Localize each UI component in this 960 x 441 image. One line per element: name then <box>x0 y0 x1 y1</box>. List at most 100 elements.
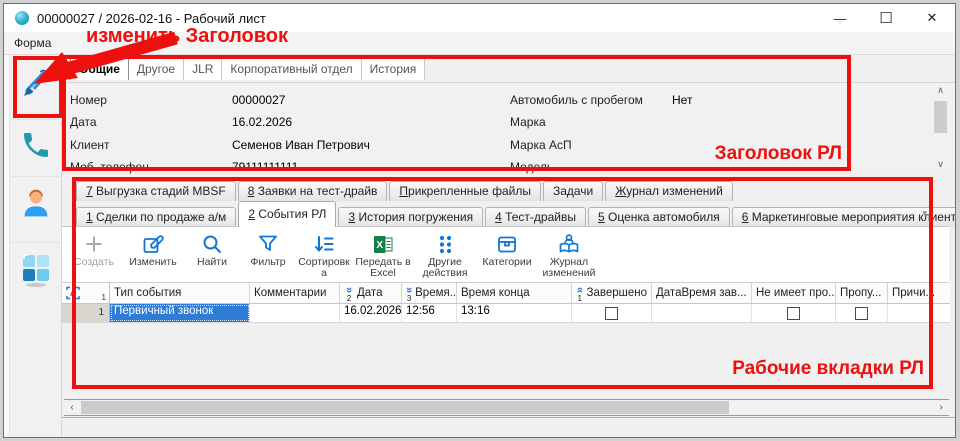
plus-icon <box>82 230 106 257</box>
tab-prikreplennye-fayly[interactable]: Прикрепленные файлы <box>389 181 541 201</box>
field-label: Марка <box>510 115 546 129</box>
time-end-cell[interactable]: 13:16 <box>457 304 572 322</box>
focus-brackets-icon: A <box>66 286 80 300</box>
time-start-cell[interactable]: 12:56 <box>402 304 457 322</box>
sidebar-item-calls[interactable] <box>18 125 54 165</box>
apps-grid-icon <box>19 252 53 288</box>
tab-zayavki-test-drive[interactable]: 8 Заявки на тест-драйв <box>238 181 388 201</box>
header-tab-strip: Общие Другое JLR Корпоративный отдел Ист… <box>70 59 425 80</box>
date-cell[interactable]: 16.02.2026 <box>340 304 402 322</box>
tab-zadachi[interactable]: Задачи <box>543 181 603 201</box>
dots-grid-icon <box>433 230 457 257</box>
menu-bar: Форма <box>4 32 955 55</box>
tab-vygruzka-mbsf[interactable]: 7 Выгрузка стадий MBSF <box>76 181 236 201</box>
tab-otsenka-avtomobilya[interactable]: 5 Оценка автомобиля <box>588 207 730 227</box>
sort-icon <box>312 230 336 257</box>
reason-cell[interactable] <box>888 304 948 322</box>
pen-icon <box>18 65 54 101</box>
tab-obshchie[interactable]: Общие <box>70 59 129 80</box>
status-strip <box>62 417 955 437</box>
tab-sdelki[interactable]: 1 Сделки по продаже а/м <box>76 207 236 227</box>
tab-test-drayvy[interactable]: 4 Тест-драйвы <box>485 207 586 227</box>
field-label: Клиент <box>70 138 110 152</box>
filter-button[interactable]: Фильтр <box>240 230 296 282</box>
missed-checkbox[interactable] <box>855 307 868 320</box>
column-header-date[interactable]: » 2 Дата <box>340 283 402 303</box>
no-process-cell <box>752 304 836 322</box>
sidebar-item-apps[interactable] <box>18 250 54 290</box>
column-header-comments[interactable]: Комментарии <box>250 283 340 303</box>
scroll-left-icon[interactable]: ‹ <box>64 400 80 415</box>
sidebar <box>4 55 62 437</box>
client-field[interactable]: Семенов Иван Петрович <box>232 138 370 152</box>
used-car-field[interactable]: Нет <box>672 93 692 107</box>
event-type-cell[interactable]: Первичный звонок <box>110 304 250 322</box>
grid-corner-cell[interactable]: A 1 <box>62 283 110 303</box>
menu-forma[interactable]: Форма <box>14 36 51 50</box>
close-button[interactable]: ✕ <box>909 4 955 32</box>
create-button[interactable]: Создать <box>66 230 122 282</box>
field-label: Моб. телефон <box>70 160 149 174</box>
mobile-phone-field[interactable]: 79111111111 <box>232 160 298 174</box>
find-button[interactable]: Найти <box>184 230 240 282</box>
tab-overflow-icon[interactable]: ▾ <box>922 208 927 219</box>
scroll-up-icon[interactable]: ∧ <box>932 83 949 98</box>
scroll-right-icon[interactable]: › <box>933 400 949 415</box>
person-icon <box>20 187 52 219</box>
sort-button[interactable]: Сортировка <box>296 230 352 282</box>
tab-istoriya[interactable]: История <box>362 59 426 80</box>
sidebar-strip <box>4 55 10 437</box>
person-book-icon <box>557 230 581 257</box>
tab-zhurnal-izmeneniy[interactable]: Журнал изменений <box>605 181 733 201</box>
worksheet-header-form: Номер 00000027 Дата 16.02.2026 Клиент Се… <box>62 82 955 172</box>
tab-istoriya-pogruzheniya[interactable]: 3 История погружения <box>338 207 483 227</box>
number-field[interactable]: 00000027 <box>232 93 285 107</box>
row-number-cell: 1 <box>62 304 110 322</box>
date-field[interactable]: 16.02.2026 <box>232 115 292 129</box>
field-label: Марка АсП <box>510 138 572 152</box>
column-header-time[interactable]: » 3 Время... <box>402 283 457 303</box>
box-icon <box>495 230 519 257</box>
tab-sobytiya-rl[interactable]: 2 События РЛ <box>238 201 336 227</box>
other-actions-button[interactable]: Другие действия <box>414 230 476 282</box>
sidebar-item-client[interactable] <box>18 183 54 223</box>
events-grid: A 1 Тип события Комментарии » <box>62 283 950 323</box>
comments-cell[interactable] <box>250 304 340 322</box>
column-header-datetime-completed[interactable]: ДатаВремя зав... <box>652 283 752 303</box>
column-header-completed[interactable]: » 1 Завершено <box>572 283 652 303</box>
filter-icon <box>256 230 280 257</box>
categories-button[interactable]: Категории <box>476 230 538 282</box>
export-excel-button[interactable]: X Передать в Excel <box>352 230 414 282</box>
horizontal-scrollbar[interactable]: ‹ › <box>64 399 949 416</box>
grid-header-row: A 1 Тип события Комментарии » <box>62 283 950 304</box>
maximize-button[interactable]: ☐ <box>863 4 909 32</box>
window-title: 00000027 / 2026-02-16 - Рабочий лист <box>37 11 266 26</box>
completed-checkbox[interactable] <box>605 307 618 320</box>
minimize-button[interactable]: — <box>817 4 863 32</box>
svg-text:X: X <box>376 240 383 251</box>
tab-drugoe[interactable]: Другое <box>129 59 184 80</box>
tab-korp-otdel[interactable]: Корпоративный отдел <box>222 59 361 80</box>
no-process-checkbox[interactable] <box>787 307 800 320</box>
field-label: Дата <box>70 115 97 129</box>
datetime-completed-cell[interactable] <box>652 304 752 322</box>
column-header-reason[interactable]: Причи... <box>888 283 948 303</box>
column-header-missed[interactable]: Пропу... <box>836 283 888 303</box>
change-log-button[interactable]: Журнал изменений <box>538 230 600 282</box>
phone-icon <box>20 129 52 161</box>
scroll-down-icon[interactable]: ∨ <box>932 157 949 172</box>
excel-icon: X <box>371 230 395 257</box>
scrollbar-thumb[interactable] <box>934 101 947 133</box>
tab-jlr[interactable]: JLR <box>184 59 222 80</box>
scrollbar-thumb[interactable] <box>81 401 729 414</box>
field-label: Автомобиль с пробегом <box>510 93 643 107</box>
sort-asc-icon: » 1 <box>576 285 584 302</box>
column-header-time-end[interactable]: Время конца <box>457 283 572 303</box>
edit-button[interactable]: Изменить <box>122 230 184 282</box>
sidebar-item-worksheet[interactable] <box>18 63 54 103</box>
table-row[interactable]: 1 Первичный звонок 16.02.2026 12:56 13:1… <box>62 304 950 323</box>
header-vertical-scrollbar[interactable]: ∧ ∨ <box>932 83 949 172</box>
column-header-event-type[interactable]: Тип события <box>110 283 250 303</box>
column-header-no-process[interactable]: Не имеет про... <box>752 283 836 303</box>
edit-icon <box>141 230 165 257</box>
